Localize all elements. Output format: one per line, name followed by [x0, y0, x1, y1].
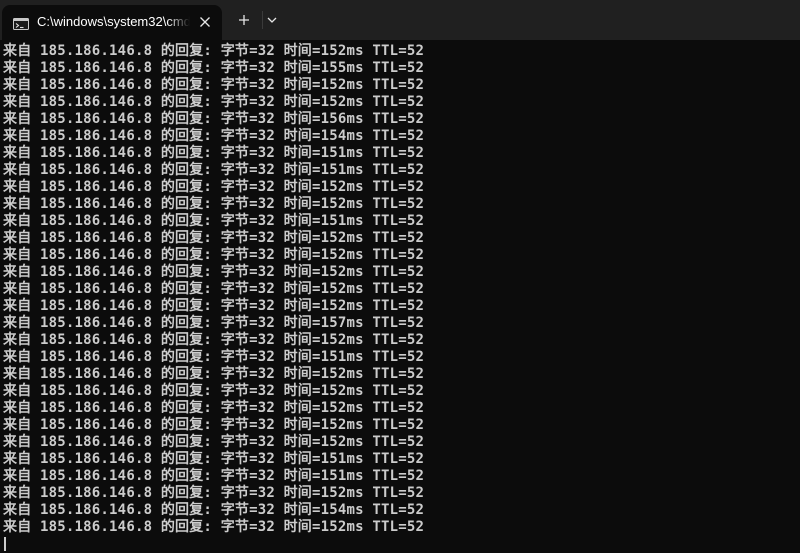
console-line: 来自 185.186.146.8 的回复: 字节=32 时间=152ms TTL…	[3, 77, 425, 93]
console-line: 来自 185.186.146.8 的回复: 字节=32 时间=151ms TTL…	[3, 349, 425, 365]
console-line: 来自 185.186.146.8 的回复: 字节=32 时间=151ms TTL…	[3, 451, 425, 467]
title-bar: C:\windows\system32\cmd.exe	[0, 0, 800, 40]
console-line: 来自 185.186.146.8 的回复: 字节=32 时间=152ms TTL…	[3, 519, 425, 535]
console-line: 来自 185.186.146.8 的回复: 字节=32 时间=151ms TTL…	[3, 162, 425, 178]
console-line: 来自 185.186.146.8 的回复: 字节=32 时间=156ms TTL…	[3, 111, 425, 127]
console-line: 来自 185.186.146.8 的回复: 字节=32 时间=157ms TTL…	[3, 315, 425, 331]
console-line: 来自 185.186.146.8 的回复: 字节=32 时间=151ms TTL…	[3, 468, 425, 484]
console-line: 来自 185.186.146.8 的回复: 字节=32 时间=152ms TTL…	[3, 179, 425, 195]
console-line: 来自 185.186.146.8 的回复: 字节=32 时间=151ms TTL…	[3, 213, 425, 229]
console-line: 来自 185.186.146.8 的回复: 字节=32 时间=152ms TTL…	[3, 298, 425, 314]
console-line: 来自 185.186.146.8 的回复: 字节=32 时间=155ms TTL…	[3, 60, 425, 76]
console-line: 来自 185.186.146.8 的回复: 字节=32 时间=152ms TTL…	[3, 366, 425, 382]
console-line: 来自 185.186.146.8 的回复: 字节=32 时间=152ms TTL…	[3, 281, 425, 297]
console-line: 来自 185.186.146.8 的回复: 字节=32 时间=151ms TTL…	[3, 145, 425, 161]
tab-cmd[interactable]: C:\windows\system32\cmd.exe	[2, 5, 222, 40]
console-line: 来自 185.186.146.8 的回复: 字节=32 时间=154ms TTL…	[3, 128, 425, 144]
close-icon[interactable]	[196, 13, 214, 31]
console-line: 来自 185.186.146.8 的回复: 字节=32 时间=152ms TTL…	[3, 332, 425, 348]
tab-dropdown-button[interactable]	[262, 9, 282, 31]
console-line: 来自 185.186.146.8 的回复: 字节=32 时间=152ms TTL…	[3, 196, 425, 212]
console-line: 来自 185.186.146.8 的回复: 字节=32 时间=152ms TTL…	[3, 434, 425, 450]
new-tab-button[interactable]	[232, 9, 256, 31]
console-line: 来自 185.186.146.8 的回复: 字节=32 时间=152ms TTL…	[3, 43, 425, 59]
console-line: 来自 185.186.146.8 的回复: 字节=32 时间=152ms TTL…	[3, 400, 425, 416]
console-lines: 来自 185.186.146.8 的回复: 字节=32 时间=152ms TTL…	[3, 43, 424, 536]
console-line: 来自 185.186.146.8 的回复: 字节=32 时间=152ms TTL…	[3, 485, 425, 501]
console-line: 来自 185.186.146.8 的回复: 字节=32 时间=152ms TTL…	[3, 230, 425, 246]
tab-title: C:\windows\system32\cmd.exe	[37, 14, 190, 29]
console-line: 来自 185.186.146.8 的回复: 字节=32 时间=152ms TTL…	[3, 94, 425, 110]
chevron-down-icon	[267, 17, 277, 23]
console-line: 来自 185.186.146.8 的回复: 字节=32 时间=152ms TTL…	[3, 417, 425, 433]
plus-icon	[238, 14, 250, 26]
console-line: 来自 185.186.146.8 的回复: 字节=32 时间=152ms TTL…	[3, 247, 425, 263]
console-line: 来自 185.186.146.8 的回复: 字节=32 时间=152ms TTL…	[3, 383, 425, 399]
text-cursor	[4, 537, 6, 551]
console-line: 来自 185.186.146.8 的回复: 字节=32 时间=152ms TTL…	[3, 264, 425, 280]
terminal-icon	[13, 15, 29, 30]
console-line: 来自 185.186.146.8 的回复: 字节=32 时间=154ms TTL…	[3, 502, 425, 518]
console-output[interactable]: 来自 185.186.146.8 的回复: 字节=32 时间=152ms TTL…	[0, 40, 800, 553]
